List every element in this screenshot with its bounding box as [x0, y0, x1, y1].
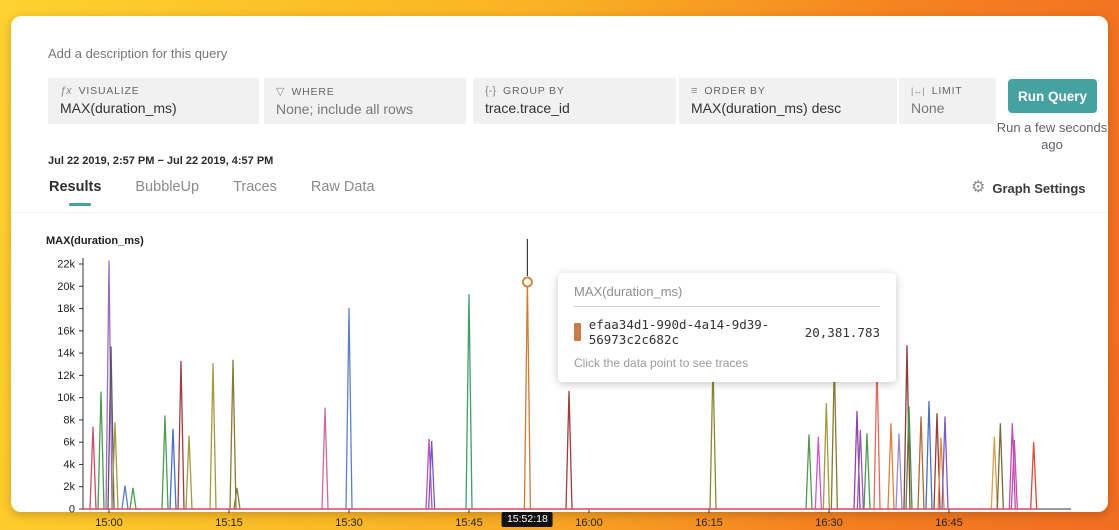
svg-text:6k: 6k: [63, 437, 75, 449]
tooltip-value: 20,381.783: [804, 324, 880, 340]
where-label: WHERE: [291, 85, 335, 98]
visualize-value: MAX(duration_ms): [60, 100, 177, 116]
group-by-label: GROUP BY: [503, 85, 565, 97]
tab-traces[interactable]: Traces: [233, 179, 277, 203]
gear-icon: ⚙: [971, 179, 986, 196]
selected-time-badge: 15:52:18: [501, 512, 553, 527]
tab-results[interactable]: Results: [49, 179, 101, 203]
svg-text:8k: 8k: [63, 414, 75, 426]
svg-text:15:00: 15:00: [95, 517, 123, 529]
run-query-button[interactable]: Run Query: [1008, 79, 1097, 113]
results-tabs: Results BubbleUp Traces Raw Data: [49, 179, 375, 203]
svg-text:12k: 12k: [57, 370, 75, 382]
svg-text:15:15: 15:15: [215, 517, 243, 529]
fx-icon: ƒx: [60, 85, 72, 97]
svg-text:15:45: 15:45: [455, 517, 483, 529]
svg-text:4k: 4k: [63, 459, 75, 471]
svg-text:10k: 10k: [57, 392, 75, 404]
svg-text:18k: 18k: [57, 303, 75, 315]
graph-settings-label: Graph Settings: [992, 180, 1086, 196]
last-run-status: Run a few seconds ago: [996, 120, 1108, 152]
datapoint-tooltip: MAX(duration_ms) efaa34d1-990d-4a14-9d39…: [558, 273, 896, 382]
svg-text:15:30: 15:30: [335, 517, 363, 529]
svg-text:16k: 16k: [57, 325, 75, 337]
group-by-value: trace.trace_id: [485, 100, 570, 116]
limit-value: None: [911, 100, 945, 116]
group-by-box[interactable]: {-} GROUP BY trace.trace_id: [473, 78, 676, 124]
visualize-label: VISUALIZE: [78, 85, 140, 97]
order-by-label: ORDER BY: [704, 85, 766, 97]
tabs-divider: [11, 212, 1108, 213]
where-box[interactable]: ▽ WHERE None; include all rows: [264, 78, 466, 124]
svg-text:14k: 14k: [57, 348, 75, 360]
limit-box[interactable]: |↔| LIMIT None: [899, 78, 996, 124]
where-value: None; include all rows: [276, 101, 413, 117]
limit-label: LIMIT: [931, 85, 963, 97]
tab-raw-data[interactable]: Raw Data: [311, 179, 375, 203]
tooltip-hint: Click the data point to see traces: [574, 356, 749, 370]
svg-text:16:15: 16:15: [695, 517, 723, 529]
svg-text:16:45: 16:45: [935, 517, 963, 529]
tab-bubbleup[interactable]: BubbleUp: [135, 179, 199, 203]
limit-arrows-icon: |↔|: [911, 86, 925, 96]
filter-funnel-icon: ▽: [276, 86, 285, 98]
series-color-swatch: [574, 323, 581, 341]
query-description-input[interactable]: [48, 46, 648, 61]
order-by-box[interactable]: ≡ ORDER BY MAX(duration_ms) desc: [679, 78, 897, 124]
visualize-box[interactable]: ƒx VISUALIZE MAX(duration_ms): [48, 78, 259, 124]
braces-icon: {-}: [485, 85, 497, 97]
svg-text:2k: 2k: [63, 481, 75, 493]
svg-text:16:00: 16:00: [575, 517, 603, 529]
active-tab-underline: [69, 203, 91, 206]
query-card: ƒx VISUALIZE MAX(duration_ms) ▽ WHERE No…: [11, 16, 1108, 529]
time-range-label[interactable]: Jul 22 2019, 2:57 PM − Jul 22 2019, 4:57…: [48, 155, 273, 167]
svg-text:0: 0: [69, 504, 75, 516]
order-by-value: MAX(duration_ms) desc: [691, 100, 842, 116]
svg-text:16:30: 16:30: [815, 517, 843, 529]
tooltip-title: MAX(duration_ms): [574, 284, 880, 307]
tooltip-series-id: efaa34d1-990d-4a14-9d39-56973c2c682c: [588, 317, 770, 347]
svg-text:22k: 22k: [57, 259, 75, 271]
graph-settings-button[interactable]: ⚙ Graph Settings: [971, 180, 1086, 196]
svg-text:20k: 20k: [57, 281, 75, 293]
sort-lines-icon: ≡: [691, 85, 698, 97]
